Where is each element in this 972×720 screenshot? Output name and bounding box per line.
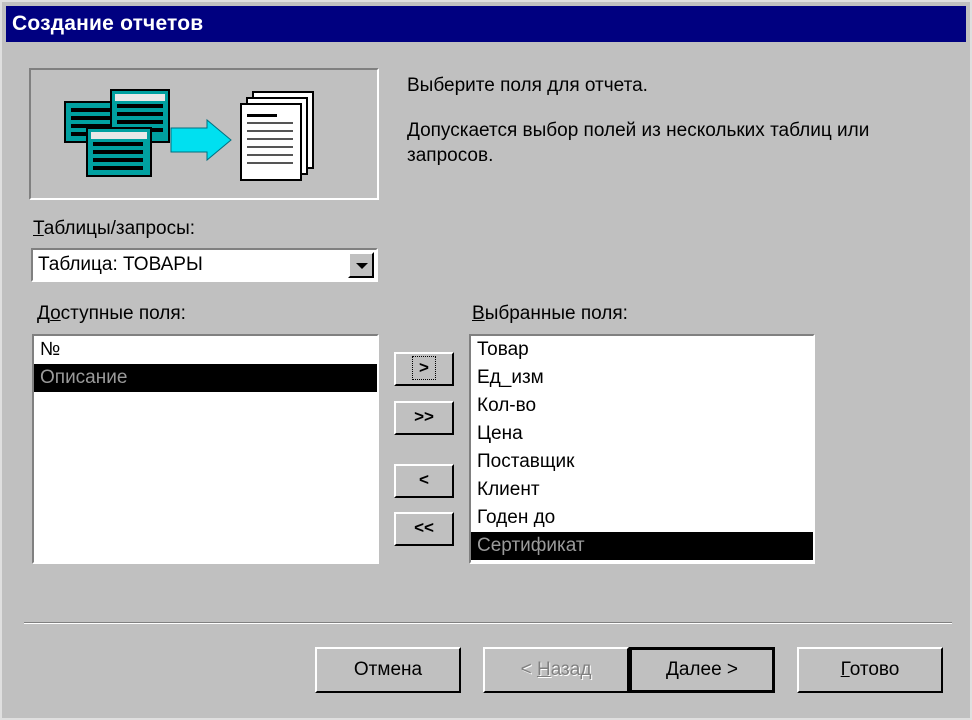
remove-all-fields-button[interactable]: << [394, 512, 454, 546]
tables-queries-label: Таблицы/запросы: [33, 218, 196, 239]
instruction-hint: Допускается выбор полей из нескольких та… [407, 120, 870, 166]
selected-fields-label: Выбранные поля: [472, 303, 628, 324]
list-item[interactable]: Поставщик [471, 448, 813, 476]
tables-to-report-icon [64, 89, 314, 181]
list-item[interactable]: № [34, 336, 377, 364]
wizard-illustration [29, 68, 379, 200]
next-button[interactable]: Далее > [629, 647, 775, 693]
list-item[interactable]: Клиент [471, 476, 813, 504]
combobox-value: Таблица: ТОВАРЫ [38, 254, 203, 275]
list-item[interactable]: Сертификат [471, 532, 813, 560]
selected-fields-list[interactable]: Товар Ед_изм Кол-во Цена Поставщик Клиен… [469, 334, 815, 564]
tables-queries-combobox[interactable]: Таблица: ТОВАРЫ [31, 248, 378, 282]
back-button[interactable]: < Назад [483, 647, 629, 693]
add-field-button[interactable]: > [394, 352, 454, 386]
list-item[interactable]: Кол-во [471, 392, 813, 420]
remove-field-button[interactable]: < [394, 464, 454, 498]
list-item[interactable]: Цена [471, 420, 813, 448]
add-all-fields-button[interactable]: >> [394, 401, 454, 435]
report-wizard-window: Создание отчетов Выберите поля для отчет… [0, 0, 972, 720]
divider-highlight [24, 623, 952, 624]
instruction-text: Выберите поля для отчета. [407, 75, 648, 96]
window-title: Создание отчетов [6, 6, 966, 42]
list-item[interactable]: Товар [471, 336, 813, 364]
list-item[interactable]: Годен до [471, 504, 813, 532]
list-item[interactable]: Описание [34, 364, 377, 392]
available-fields-label: Доступные поля: [37, 303, 186, 324]
list-item[interactable]: Ед_изм [471, 364, 813, 392]
dropdown-arrow-icon[interactable] [348, 252, 374, 278]
cancel-button[interactable]: Отмена [315, 647, 461, 693]
finish-button[interactable]: Готово [797, 647, 943, 693]
available-fields-list[interactable]: № Описание [32, 334, 379, 564]
